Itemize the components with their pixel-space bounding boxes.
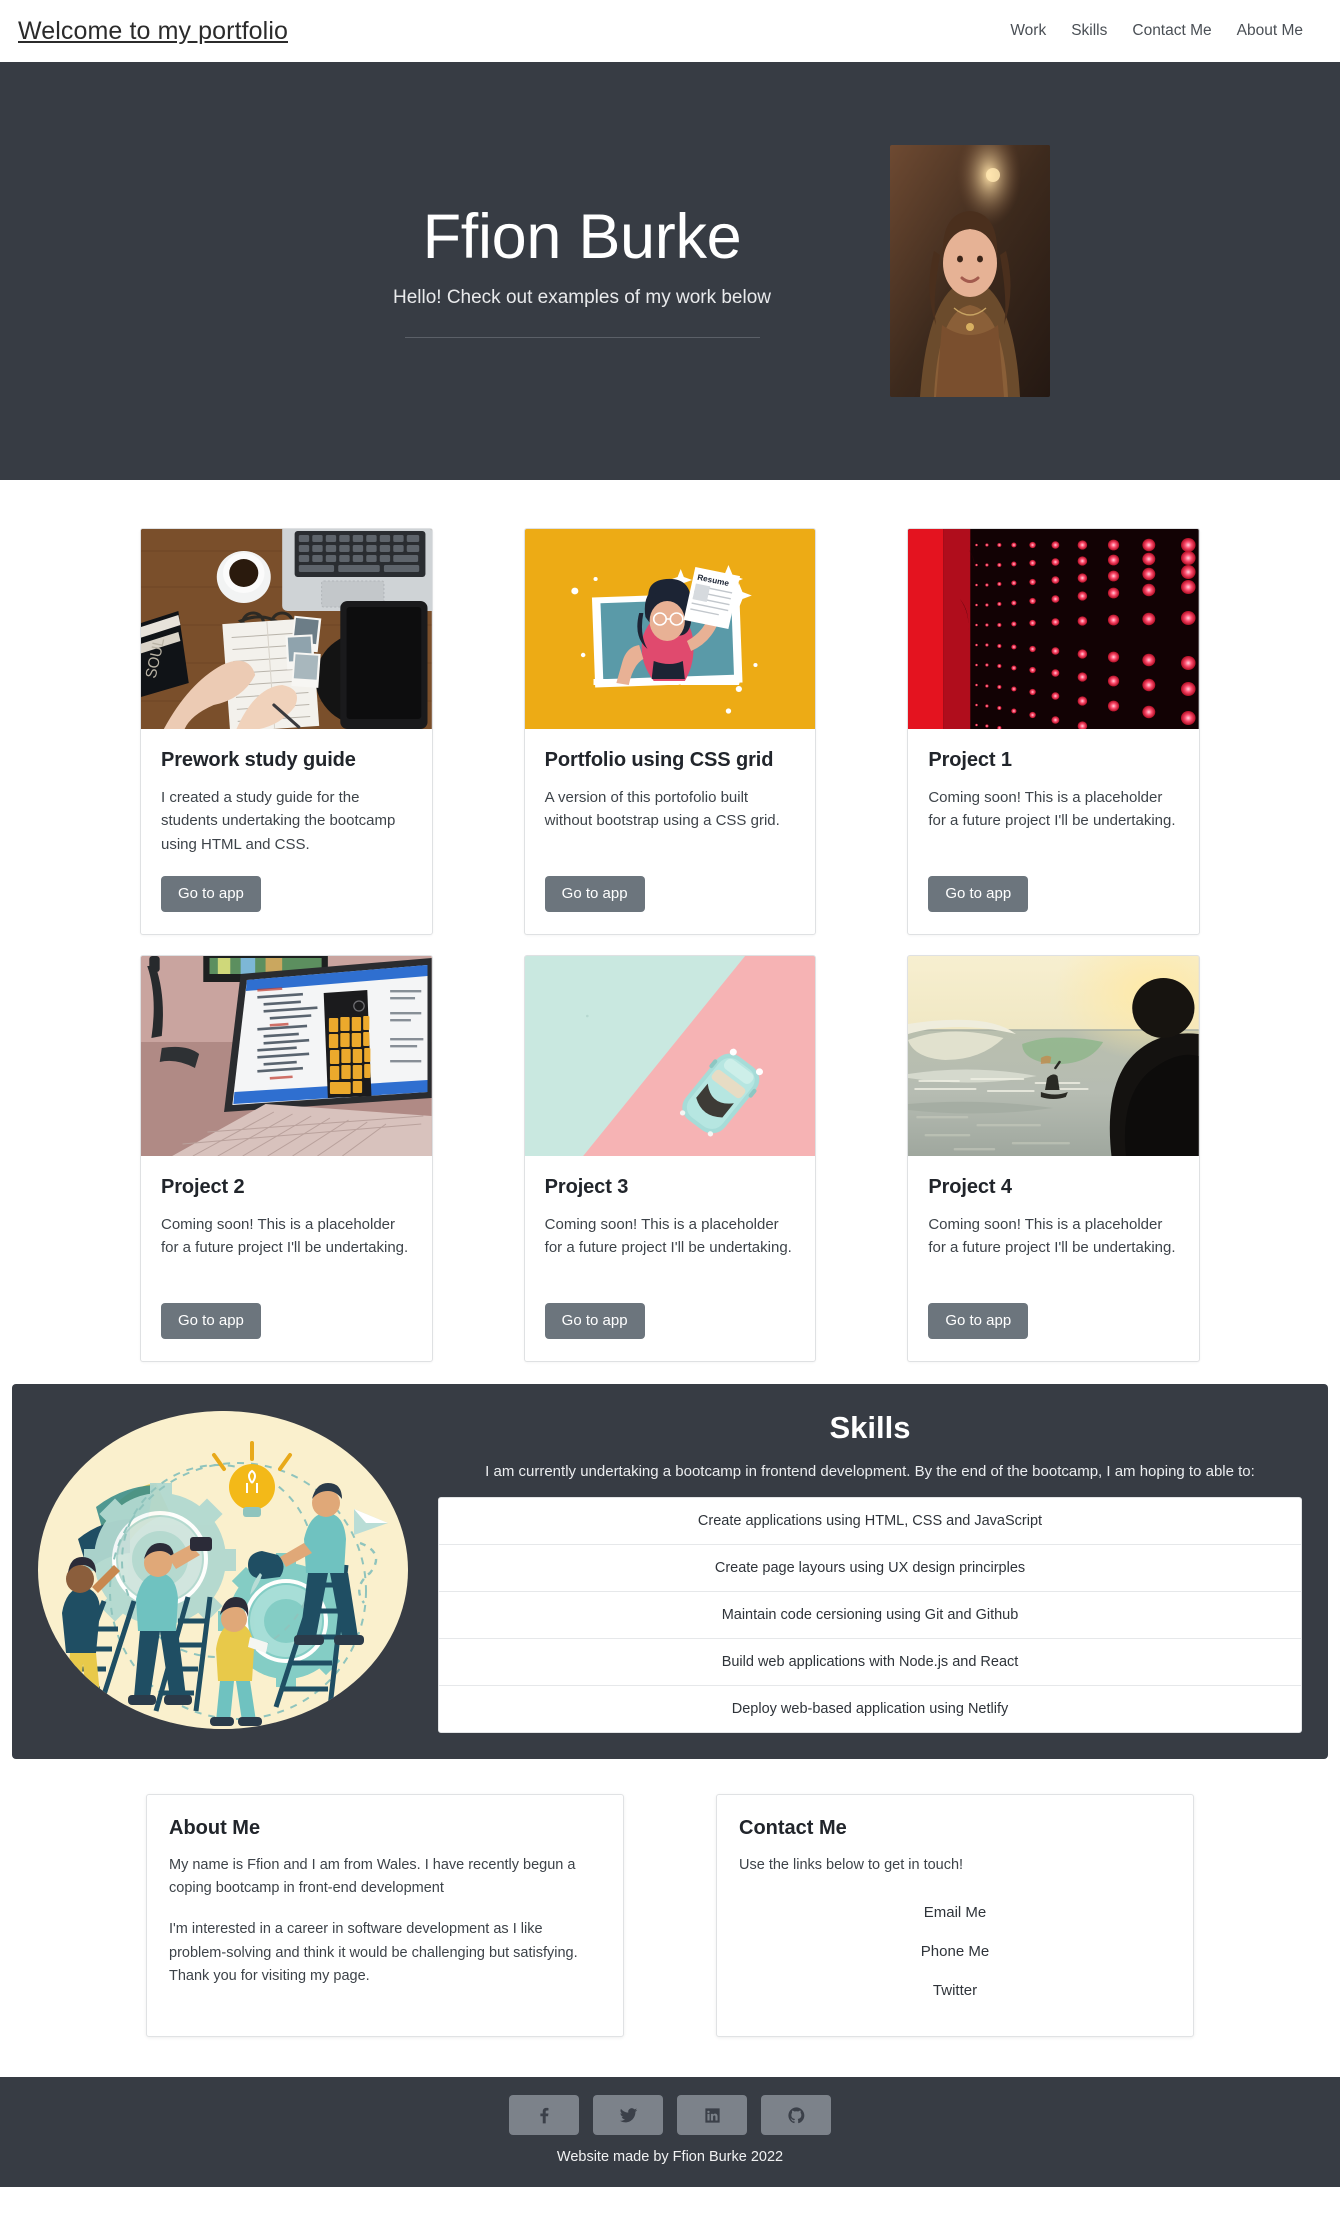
card-description: Coming soon! This is a placeholder for a… [928, 789, 1176, 830]
about-me-paragraph-2: I'm interested in a career in software d… [169, 1921, 578, 1984]
skills-list-item: Deploy web-based application using Netli… [731, 1701, 1009, 1717]
card-description: Coming soon! This is a placeholder for a… [161, 1216, 409, 1257]
card-title: Project 1 [928, 749, 1012, 771]
project-card[interactable]: Project 1 Coming soon! This is a placeho… [907, 528, 1200, 935]
skills-panel: Skills I am currently undertaking a boot… [12, 1384, 1328, 1759]
go-to-app-button[interactable]: Go to app [161, 1303, 261, 1339]
top-navbar: Welcome to my portfolio Work Skills Cont… [0, 0, 1340, 62]
card-description: Coming soon! This is a placeholder for a… [928, 1216, 1176, 1257]
surfer-sunset-silhouette-image [908, 956, 1199, 1156]
skills-lead-text: I am currently undertaking a bootcamp in… [485, 1463, 1255, 1480]
project-card[interactable]: Project 3 Coming soon! This is a placeho… [523, 955, 817, 1362]
card-title: Project 3 [544, 1176, 629, 1198]
contact-me-lead: Use the links below to get in touch! [739, 1857, 964, 1873]
github-icon[interactable] [761, 2095, 831, 2136]
project-card[interactable]: Project 2 Coming soon! This is a placeho… [140, 955, 433, 1362]
site-footer: Website made by Ffion Burke 2022 [0, 2077, 1340, 2188]
red-led-matrix-perspective-image [908, 529, 1199, 729]
go-to-app-button[interactable]: Go to app [161, 876, 261, 912]
desk-with-laptop-coffee-notebook-image: SOUL [141, 529, 432, 729]
skills-heading: Skills [829, 1410, 911, 1445]
site-brand[interactable]: Welcome to my portfolio [18, 17, 288, 46]
about-me-title: About Me [169, 1817, 261, 1839]
card-body: Project 1 Coming soon! This is a placeho… [908, 729, 1199, 934]
project-card[interactable]: Resume Portfolio using CSS grid A versio… [523, 528, 817, 935]
card-title: Project 2 [161, 1176, 245, 1198]
hero-banner: Ffion Burke Hello! Check out examples of… [0, 62, 1340, 480]
card-body: Prework study guide I created a study gu… [141, 729, 432, 934]
facebook-icon[interactable] [509, 2095, 579, 2136]
copyright-text: Website made by Ffion Burke 2022 [556, 2149, 784, 2166]
page-title: Ffion Burke [422, 202, 742, 273]
illustration-woman-holding-resume-image: Resume [524, 529, 816, 729]
card-title: Project 4 [928, 1176, 1012, 1198]
skills-list-item: Build web applications with Node.js and … [439, 1639, 1301, 1686]
contact-link-twitter[interactable]: Twitter [739, 1971, 1171, 2010]
linkedin-icon[interactable] [677, 2095, 747, 2136]
go-to-app-button[interactable]: Go to app [544, 1303, 645, 1339]
card-body: Project 2 Coming soon! This is a placeho… [141, 1156, 432, 1361]
go-to-app-button[interactable]: Go to app [928, 1303, 1029, 1339]
card-body: Project 4 Coming soon! This is a placeho… [908, 1156, 1199, 1361]
contact-me-card: Contact Me Use the links below to get in… [716, 1794, 1194, 2038]
skills-content: Skills I am currently undertaking a boot… [438, 1406, 1302, 1733]
hero-inner: Ffion Burke Hello! Check out examples of… [140, 145, 1200, 397]
card-title: Portfolio using CSS grid [544, 749, 774, 771]
contact-me-title: Contact Me [739, 1817, 847, 1839]
contact-links: Email Me Phone Me Twitter [739, 1893, 1171, 2010]
go-to-app-button[interactable]: Go to app [928, 876, 1029, 912]
twitter-icon[interactable] [593, 2095, 663, 2136]
nav-link-contact-me[interactable]: Contact Me [1132, 22, 1211, 40]
about-me-paragraph-1: My name is Ffion and I am from Wales. I … [169, 1857, 576, 1897]
project-grid: SOUL Prework study guide I created a stu… [140, 528, 1200, 1362]
social-links [0, 2095, 1340, 2136]
skills-list: Create applications using HTML, CSS and … [438, 1497, 1302, 1733]
pastel-toy-car-on-split-background-image [524, 956, 816, 1156]
skills-section: Skills I am currently undertaking a boot… [0, 1362, 1340, 1759]
nav-link-work[interactable]: Work [1010, 22, 1046, 40]
card-description: A version of this portofolio built witho… [544, 789, 780, 830]
hero-subtitle: Hello! Check out examples of my work bel… [392, 286, 772, 308]
skills-list-item: Create page layours using UX design prin… [439, 1545, 1301, 1592]
nav-links: Work Skills Contact Me About Me [1010, 22, 1318, 40]
card-body: Portfolio using CSS grid A version of th… [525, 729, 816, 934]
teamwork-gears-lightbulb-illustration [38, 1410, 408, 1729]
card-description: I created a study guide for the students… [161, 789, 396, 853]
hero-text-block: Ffion Burke Hello! Check out examples of… [290, 204, 890, 338]
about-contact-section: About Me My name is Ffion and I am from … [0, 1759, 1340, 2077]
skills-list-item: Maintain code cersioning using Git and G… [439, 1592, 1301, 1639]
skills-list-item: Create applications using HTML, CSS and … [439, 1498, 1301, 1545]
contact-link-email-me[interactable]: Email Me [739, 1893, 1171, 1932]
card-title: Prework study guide [161, 749, 356, 771]
about-me-card: About Me My name is Ffion and I am from … [146, 1794, 624, 2038]
hero-divider [404, 336, 760, 338]
laptop-showing-calculator-code-image [141, 956, 432, 1156]
card-description: Coming soon! This is a placeholder for a… [544, 1216, 792, 1257]
portrait-image [890, 145, 1050, 397]
portrait-photo [890, 145, 1050, 397]
project-card[interactable]: Project 4 Coming soon! This is a placeho… [907, 955, 1200, 1362]
nav-link-skills[interactable]: Skills [1071, 22, 1107, 40]
card-body: Project 3 Coming soon! This is a placeho… [525, 1156, 816, 1361]
contact-link-phone-me[interactable]: Phone Me [739, 1932, 1171, 1971]
project-card[interactable]: SOUL Prework study guide I created a stu… [140, 528, 433, 935]
nav-link-about-me[interactable]: About Me [1237, 22, 1303, 40]
go-to-app-button[interactable]: Go to app [544, 876, 645, 912]
work-section: SOUL Prework study guide I created a stu… [0, 480, 1340, 1362]
